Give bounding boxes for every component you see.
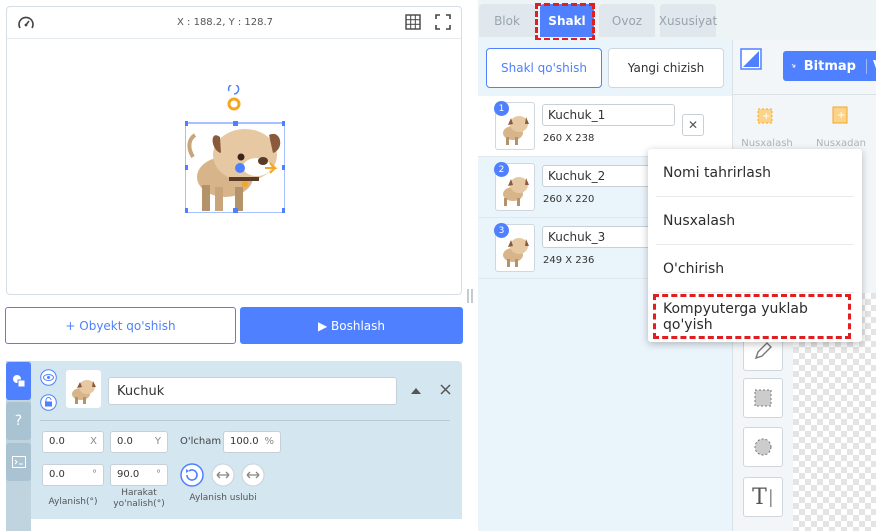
- start-button[interactable]: ▶ Boshlash: [240, 307, 463, 344]
- menu-item-copy[interactable]: Nusxalash: [656, 197, 854, 245]
- shape-thumbnail: 2: [494, 162, 535, 211]
- coordinates-readout: X : 188.2, Y : 128.7: [177, 17, 274, 28]
- menu-item-delete[interactable]: O'chirish: [656, 245, 854, 293]
- paste-label: Nusxadan: [816, 138, 866, 149]
- object-name-field[interactable]: Kuchuk: [108, 377, 397, 405]
- shape-number: 1: [494, 101, 509, 116]
- x-unit: X: [90, 436, 97, 447]
- help-tab-label: ?: [14, 413, 23, 429]
- paste-tool[interactable]: + Nusxadan: [811, 104, 871, 149]
- divider: [733, 94, 876, 95]
- x-field[interactable]: 0.0 X: [42, 431, 104, 453]
- pencil-icon: [754, 342, 772, 360]
- rect-select-icon: [754, 389, 772, 407]
- close-icon[interactable]: [439, 383, 452, 399]
- svg-text:+: +: [762, 111, 770, 122]
- rotation-field[interactable]: 0.0 °: [42, 464, 104, 486]
- shape-thumbnail: 3: [494, 223, 535, 272]
- bitmap-button[interactable]: Bitmap V: [783, 51, 876, 81]
- stage[interactable]: X : 188.2, Y : 128.7: [6, 6, 462, 295]
- panel-resize-handle[interactable]: [466, 288, 474, 304]
- copy-icon: +: [757, 108, 773, 124]
- shape-item[interactable]: 1 Kuchuk_1 260 X 238 ✕: [478, 96, 732, 157]
- delete-shape-button[interactable]: ✕: [682, 114, 704, 136]
- shape-number: 3: [494, 223, 509, 238]
- y-field[interactable]: 0.0 Y: [110, 431, 168, 453]
- shape-size: 249 X 236: [543, 255, 595, 266]
- rotate-none-icon[interactable]: [241, 463, 265, 490]
- text-tool-label: T: [752, 484, 767, 510]
- object-thumbnail: [66, 370, 101, 408]
- copy-label: Nusxalash: [741, 138, 793, 149]
- size-label: O'lcham: [180, 436, 222, 447]
- x-value: 0.0: [49, 436, 65, 447]
- svg-text:+: +: [837, 110, 845, 121]
- shape-name-field[interactable]: Kuchuk_1: [542, 104, 675, 126]
- new-draw-button[interactable]: Yangi chizish: [608, 48, 724, 88]
- object-panel-footer: [31, 519, 462, 531]
- tab-xususiyat[interactable]: Xususiyat: [659, 4, 717, 37]
- object-tab[interactable]: [6, 362, 31, 400]
- shape-size: 260 X 238: [543, 133, 595, 144]
- download-highlight: [653, 294, 851, 339]
- add-shape-button[interactable]: Shakl qo'shish: [486, 48, 602, 88]
- direction-unit: °: [156, 469, 161, 480]
- rotation-style-label: Aylanish uslubi: [189, 493, 257, 503]
- sprite-puppy[interactable]: [183, 95, 287, 214]
- copy-tool[interactable]: + Nusxalash: [739, 104, 795, 149]
- speed-icon[interactable]: [17, 15, 35, 34]
- shape-number: 2: [494, 162, 509, 177]
- text-tool[interactable]: T |: [743, 477, 783, 517]
- y-unit: Y: [154, 436, 161, 447]
- tab-blok[interactable]: Blok: [479, 4, 535, 37]
- rotation-label: Aylanish(°): [48, 497, 98, 507]
- divider: [40, 420, 450, 421]
- tab-highlight: [535, 3, 595, 41]
- collapse-up-icon[interactable]: [410, 385, 422, 399]
- tab-ovoz[interactable]: Ovoz: [599, 4, 655, 37]
- visibility-eye-icon[interactable]: [40, 369, 57, 389]
- direction-field[interactable]: 90.0 °: [110, 464, 168, 486]
- lock-icon[interactable]: [40, 394, 57, 414]
- rotate-free-icon[interactable]: [180, 463, 204, 490]
- fullscreen-icon[interactable]: [435, 14, 451, 33]
- shape-size: 260 X 220: [543, 194, 595, 205]
- bitmap-icon: [791, 63, 796, 68]
- size-field[interactable]: 100.0%: [223, 431, 281, 453]
- grid-icon[interactable]: [405, 14, 421, 33]
- y-value: 0.0: [117, 436, 133, 447]
- stage-toolbar: X : 188.2, Y : 128.7: [7, 7, 461, 39]
- size-value: 100.0: [230, 436, 259, 447]
- menu-item-rename[interactable]: Nomi tahrirlash: [656, 149, 854, 197]
- rotation-value: 0.0: [49, 469, 65, 480]
- add-object-button[interactable]: + Obyekt qo'shish: [5, 307, 236, 344]
- console-tab[interactable]: [6, 443, 31, 481]
- color-swatch-icon[interactable]: [740, 48, 762, 73]
- bitmap-label: Bitmap: [803, 58, 856, 74]
- direction-label: Harakat yo'nalish(°): [113, 488, 165, 509]
- direction-value: 90.0: [117, 469, 140, 480]
- ellipse-select-icon: [754, 438, 772, 456]
- shape-thumbnail: 1: [494, 101, 535, 150]
- rotation-unit: °: [92, 469, 97, 480]
- size-unit: %: [264, 436, 274, 447]
- rotate-horizontal-icon[interactable]: [211, 463, 235, 490]
- ellipse-select-tool[interactable]: [743, 427, 783, 467]
- rect-select-tool[interactable]: [743, 378, 783, 418]
- help-tab[interactable]: ?: [6, 402, 31, 440]
- paste-icon: +: [832, 106, 848, 124]
